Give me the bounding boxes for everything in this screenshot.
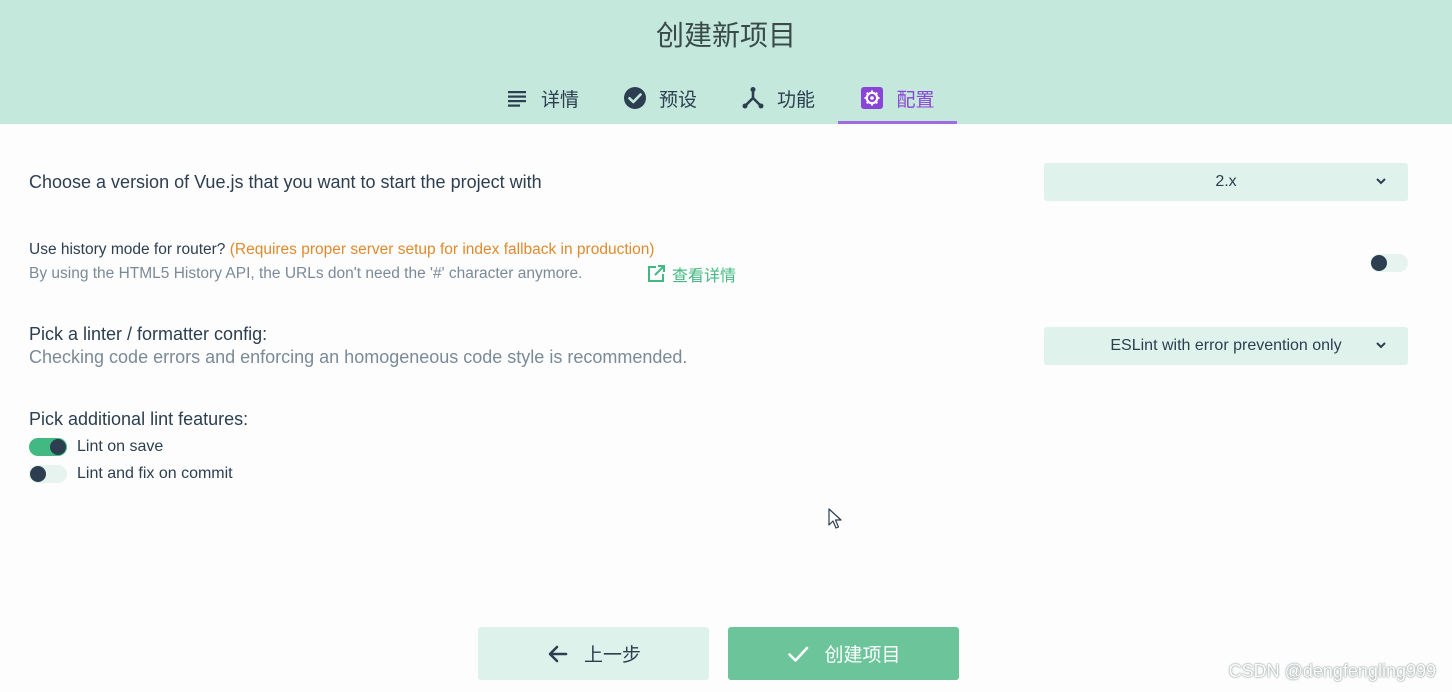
history-mode-toggle[interactable] bbox=[1370, 254, 1408, 272]
details-link[interactable]: 查看详情 bbox=[646, 262, 736, 286]
step-tabs: 详情 预设 功能 配置 bbox=[0, 72, 1452, 124]
toggle-knob bbox=[1371, 255, 1387, 271]
tab-label: 详情 bbox=[540, 88, 579, 111]
tab-label: 预设 bbox=[658, 88, 697, 111]
lint-on-save-toggle[interactable] bbox=[29, 438, 67, 456]
page-title: 创建新项目 bbox=[655, 19, 796, 52]
linter-label: Pick a linter / formatter config: bbox=[29, 324, 268, 344]
list-icon bbox=[507, 91, 526, 107]
mouse-cursor-icon bbox=[828, 508, 842, 529]
history-mode-label: Use history mode for router? (Requires p… bbox=[29, 241, 654, 259]
lint-features-label: Pick additional lint features: bbox=[29, 409, 249, 429]
create-project-button[interactable]: 创建项目 bbox=[728, 627, 959, 680]
settings-icon bbox=[861, 87, 884, 109]
vue-version-select[interactable]: 2.x bbox=[1044, 163, 1408, 201]
chevron-down-icon bbox=[1376, 342, 1386, 349]
previous-step-button[interactable]: 上一步 bbox=[478, 627, 709, 680]
tab-presets[interactable]: 预设 bbox=[606, 72, 714, 124]
history-mode-description: By using the HTML5 History API, the URLs… bbox=[29, 265, 583, 282]
create-project-label: 创建项目 bbox=[824, 644, 901, 666]
fork-icon bbox=[742, 87, 764, 109]
tab-label: 配置 bbox=[896, 88, 935, 111]
linter-select[interactable]: ESLint with error prevention only bbox=[1044, 327, 1408, 365]
tab-details[interactable]: 详情 bbox=[488, 72, 596, 124]
toggle-knob bbox=[30, 466, 46, 482]
tab-features[interactable]: 功能 bbox=[724, 72, 832, 124]
arrow-left-icon bbox=[548, 645, 568, 662]
external-link-icon bbox=[648, 265, 665, 282]
tab-label: 功能 bbox=[776, 88, 815, 111]
vue-version-label: Choose a version of Vue.js that you want… bbox=[29, 172, 542, 192]
watermark: CSDN @dengfengling999 bbox=[1228, 661, 1436, 681]
tab-config[interactable]: 配置 bbox=[838, 72, 957, 124]
history-mode-warning: (Requires proper server setup for index … bbox=[229, 241, 655, 258]
linter-value: ESLint with error prevention only bbox=[1110, 337, 1342, 354]
check-icon bbox=[788, 646, 809, 662]
history-mode-title: Use history mode for router? bbox=[29, 241, 226, 258]
toggle-knob bbox=[50, 439, 66, 455]
vue-version-value: 2.x bbox=[1215, 173, 1237, 190]
lint-on-save-label: Lint on save bbox=[77, 438, 164, 455]
check-circle-icon bbox=[623, 87, 646, 109]
linter-description: Checking code errors and enforcing an ho… bbox=[29, 347, 688, 367]
previous-step-label: 上一步 bbox=[583, 644, 641, 666]
chevron-down-icon bbox=[1376, 178, 1386, 185]
header: 创建新项目 详情 预设 功能 配置 bbox=[0, 0, 1452, 124]
lint-fix-commit-toggle[interactable] bbox=[29, 465, 67, 483]
details-link-label: 查看详情 bbox=[672, 266, 737, 285]
lint-fix-commit-label: Lint and fix on commit bbox=[77, 465, 233, 482]
